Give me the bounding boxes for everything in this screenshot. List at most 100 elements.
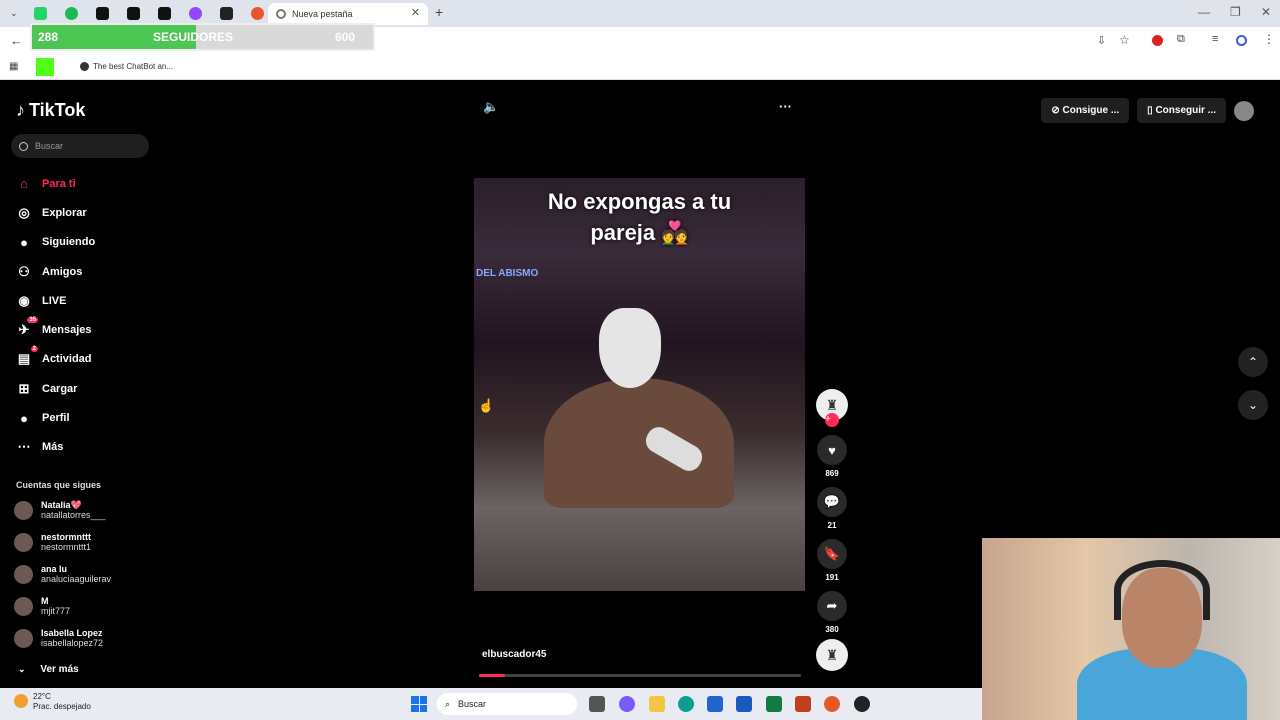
next-video-chevron-down-icon[interactable]: ⌄: [1238, 390, 1268, 420]
sidebar-item-live[interactable]: ◉ LIVE: [15, 286, 95, 315]
following-account-item[interactable]: ana lu analuciaaguilerav: [14, 564, 111, 584]
follow-plus-icon[interactable]: +: [825, 413, 839, 427]
home-icon: ⌂: [20, 176, 28, 192]
kick-logo-icon: [36, 58, 54, 76]
get-app-button[interactable]: ▯ Conseguir ...: [1137, 98, 1226, 123]
save-action[interactable]: 🔖 191: [816, 539, 848, 585]
obs-icon[interactable]: [854, 696, 870, 712]
sidebar-item-mensajes[interactable]: ✈ 35 Mensajes: [15, 315, 95, 344]
sidebar-item-label: LIVE: [42, 294, 67, 307]
bookmark-icon[interactable]: 🔖: [817, 539, 847, 569]
tab-favicon-spotify[interactable]: [64, 7, 78, 20]
back-arrow-icon[interactable]: ←: [10, 33, 23, 48]
following-account-item[interactable]: Natalia💖 natallatorres___: [14, 500, 106, 520]
video-username[interactable]: elbuscador45: [482, 649, 546, 660]
search-input[interactable]: Buscar: [11, 134, 149, 158]
tab-list-chevron-icon[interactable]: ⌄: [10, 8, 18, 19]
extension-red-icon[interactable]: [1152, 35, 1163, 46]
close-tab-icon[interactable]: ✕: [411, 6, 420, 19]
tab-favicon-whatsapp[interactable]: [33, 7, 47, 20]
following-account-item[interactable]: Mmjit777: [14, 596, 70, 616]
see-more-button[interactable]: ⌄ Ver más: [18, 664, 79, 675]
install-icon[interactable]: ⇩: [1097, 34, 1106, 47]
tab-favicon-x[interactable]: [157, 7, 171, 20]
followers-goal-widget: 288 SEGUIDORES 600: [30, 23, 375, 51]
account-handle: isabellalopez72: [41, 638, 104, 648]
maximize-icon[interactable]: ❐: [1230, 5, 1241, 19]
sidebar-item-más[interactable]: ⋯ Más: [15, 433, 95, 462]
following-account-item[interactable]: Isabella Lopez isabellalopez72: [14, 628, 103, 648]
compass-icon: ◎: [18, 204, 30, 220]
share-icon[interactable]: ➦: [817, 591, 847, 621]
tab-favicon-github[interactable]: [219, 7, 233, 20]
weather-widget[interactable]: 22°C Prac. despejado: [33, 692, 91, 712]
heart-icon[interactable]: ♥: [817, 435, 847, 465]
following-account-item[interactable]: nestormnttt nestormnttt1: [14, 532, 91, 552]
tab-favicon-kick[interactable]: [95, 7, 109, 20]
music-disc-avatar[interactable]: ♜: [816, 639, 848, 671]
comment-icon[interactable]: 💬: [817, 487, 847, 517]
chrome-icon: [276, 9, 286, 19]
sidebar-item-label: Para ti: [42, 177, 76, 190]
get-app-label: Conseguir ...: [1155, 105, 1216, 116]
new-tab-plus-icon[interactable]: +: [435, 4, 443, 20]
bookmarks-bar: ▦ The best ChatBot an...: [0, 55, 1280, 80]
caption-line-2: pareja 💑: [590, 220, 689, 245]
tab-new-tab[interactable]: Nueva pestaña ✕: [268, 3, 428, 25]
powerpoint-icon[interactable]: [795, 696, 811, 712]
excel-icon[interactable]: [766, 696, 782, 712]
previous-video-chevron-up-icon[interactable]: ⌃: [1238, 347, 1268, 377]
user-avatar[interactable]: [1234, 100, 1254, 121]
weather-icon[interactable]: [14, 694, 28, 708]
sidebar-item-cargar[interactable]: ⊞ Cargar: [15, 374, 95, 403]
video-caption: No expongas a tu pareja 💑: [474, 186, 805, 248]
like-count: 869: [825, 469, 839, 478]
profile-icon[interactable]: [1236, 35, 1247, 46]
share-action[interactable]: ➦ 380: [816, 591, 848, 637]
sidebar-item-perfil[interactable]: ● Perfil: [15, 403, 95, 432]
sidebar-item-para-ti[interactable]: ⌂ Para ti: [15, 169, 95, 198]
copilot-icon[interactable]: [619, 696, 635, 712]
tiktok-logo[interactable]: ♪ TikTok: [16, 100, 85, 121]
volume-icon[interactable]: 🔈: [483, 99, 499, 115]
comment-action[interactable]: 💬 21: [816, 487, 848, 533]
sidebar-item-amigos[interactable]: ⚇ Amigos: [15, 257, 95, 286]
word-icon[interactable]: [736, 696, 752, 712]
sidebar-item-siguiendo[interactable]: ● Siguiendo: [15, 228, 95, 257]
task-view-icon[interactable]: [589, 696, 605, 712]
menu-dots-icon[interactable]: ⋮: [1263, 32, 1275, 46]
friends-icon: ⚇: [18, 263, 30, 279]
cursor-hand-icon: ☝: [478, 398, 495, 413]
followers-goal: 600: [335, 30, 356, 44]
tab-favicon-tiktok[interactable]: [126, 7, 140, 20]
video-progress-bar[interactable]: [479, 674, 801, 677]
video-overlay-text: DEL ABISMO: [476, 268, 539, 279]
chrome-taskbar-icon[interactable]: [824, 696, 840, 712]
star-icon[interactable]: ☆: [1119, 33, 1130, 47]
bookmark-chatbot[interactable]: The best ChatBot an...: [93, 62, 173, 71]
apps-grid-icon[interactable]: ▦: [9, 61, 18, 72]
reading-list-icon[interactable]: ≡: [1212, 33, 1218, 45]
sidebar-item-actividad[interactable]: ▤ 2 Actividad: [15, 345, 95, 374]
like-action[interactable]: ♥ 869: [816, 435, 848, 481]
video-player[interactable]: No expongas a tu pareja 💑 DEL ABISMO ☝: [474, 178, 805, 591]
file-explorer-icon[interactable]: [649, 696, 665, 712]
notification-badge: 35: [27, 317, 38, 324]
edge-icon[interactable]: [678, 696, 694, 712]
tab-favicon-chrome[interactable]: [250, 7, 264, 20]
avatar: [14, 596, 33, 616]
taskbar-search-input[interactable]: ⌕ Buscar: [437, 693, 577, 715]
more-options-icon[interactable]: ···: [779, 99, 792, 114]
extensions-puzzle-icon[interactable]: ⧉: [1177, 33, 1185, 46]
avatar: [14, 500, 33, 520]
sidebar-item-explorar[interactable]: ◎ Explorar: [15, 198, 95, 227]
upload-icon: ⊞: [18, 380, 30, 396]
creator-avatar[interactable]: ♜ +: [816, 389, 848, 427]
avatar: [14, 532, 33, 552]
store-icon[interactable]: [707, 696, 723, 712]
get-coins-button[interactable]: ⊘ Consigue ...: [1041, 98, 1130, 123]
windows-start-icon[interactable]: [411, 696, 427, 712]
close-window-icon[interactable]: ✕: [1261, 5, 1271, 19]
tab-favicon-twitch[interactable]: [188, 7, 202, 20]
minimize-icon[interactable]: —: [1198, 5, 1210, 19]
